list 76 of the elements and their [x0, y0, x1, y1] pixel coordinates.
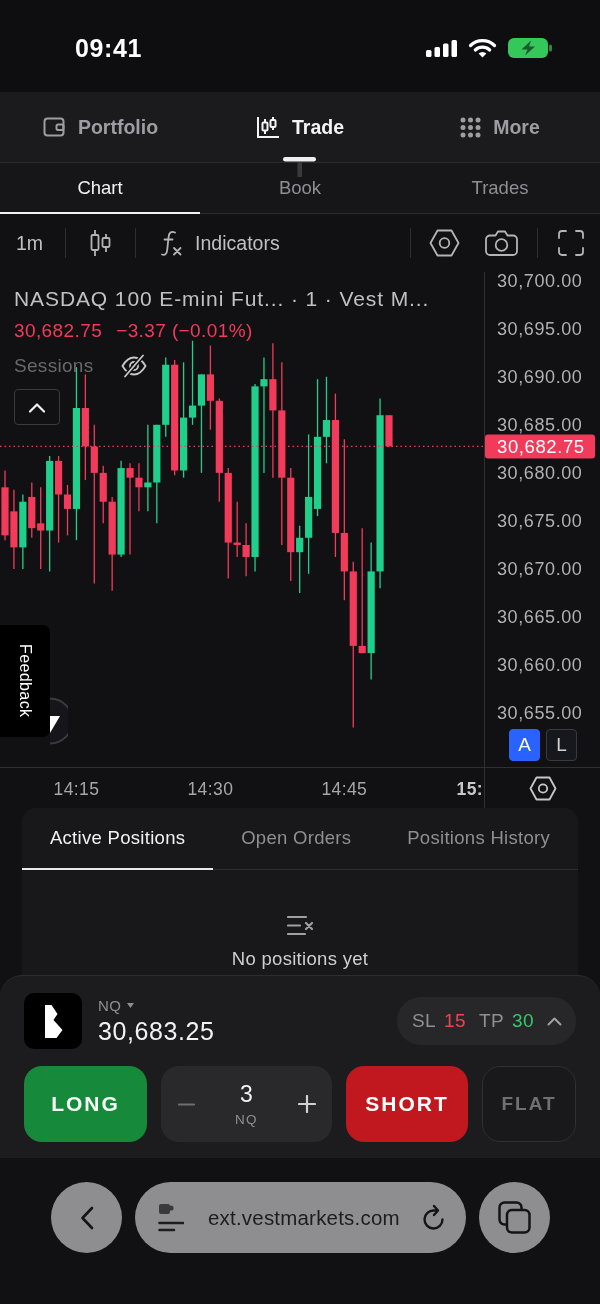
- wallet-icon: [41, 115, 66, 139]
- eye-slash-icon[interactable]: [120, 354, 147, 378]
- interval-button[interactable]: 1m: [16, 231, 44, 255]
- positions-tab[interactable]: Open Orders: [213, 808, 380, 870]
- price-label: 30,680.00: [497, 462, 583, 483]
- price-change: −3.37 (−0.01%): [116, 320, 253, 342]
- settings-icon[interactable]: [528, 775, 557, 801]
- candlestick-icon[interactable]: [90, 228, 113, 258]
- chevron-left-icon: [79, 1205, 94, 1230]
- nav-tab[interactable]: Portfolio: [0, 92, 200, 162]
- logo-icon: [24, 993, 82, 1049]
- function-icon: [160, 229, 183, 257]
- chevron-up-icon: [28, 401, 46, 413]
- signal-icon: [426, 39, 457, 57]
- sessions-label: Sessions: [14, 355, 94, 377]
- scale-button[interactable]: L: [546, 729, 577, 761]
- chart-tab[interactable]: Trades: [400, 163, 600, 214]
- last-price: 30,682.75: [14, 320, 103, 342]
- settings-icon[interactable]: [429, 229, 460, 257]
- fullscreen-icon[interactable]: [558, 230, 584, 256]
- sl-tp-button[interactable]: SL 15 TP 30: [397, 997, 576, 1045]
- long-button[interactable]: LONG: [24, 1066, 147, 1142]
- time-label: 14:45: [321, 779, 368, 799]
- address-bar[interactable]: ext.vestmarkets.com: [135, 1182, 466, 1253]
- indicators-button[interactable]: Indicators: [160, 229, 280, 257]
- price-label: 30,690.00: [497, 366, 583, 387]
- price-label: 30,695.00: [497, 318, 583, 339]
- tp-value: 30: [512, 1010, 534, 1032]
- feedback-tab[interactable]: Feedback: [0, 625, 50, 737]
- grid-icon: [460, 116, 482, 138]
- time-label: 15:: [456, 779, 483, 799]
- sl-label: SL: [412, 1010, 437, 1032]
- price-label: 30,665.00: [497, 607, 583, 628]
- tabs-icon: [498, 1201, 531, 1234]
- drag-handle[interactable]: [283, 157, 316, 177]
- minus-icon: [177, 1102, 195, 1106]
- price-badge: 30,682.75: [485, 434, 595, 459]
- quantity-value: 3: [240, 1081, 253, 1108]
- positions-tab[interactable]: Positions History: [379, 808, 578, 870]
- status-time: 09:41: [75, 33, 142, 63]
- url-text: ext.vestmarkets.com: [208, 1205, 400, 1230]
- caret-icon: [127, 1002, 135, 1008]
- reload-icon[interactable]: [422, 1204, 446, 1231]
- price-label: 30,670.00: [497, 559, 583, 579]
- flat-button[interactable]: FLAT: [482, 1066, 576, 1142]
- wifi-icon: [468, 38, 497, 58]
- chart-tab[interactable]: Book: [200, 163, 400, 214]
- battery-icon: [508, 38, 552, 58]
- chart-title: NASDAQ 100 E-mini Fut... · 1 · Vest M...: [14, 286, 430, 312]
- scale-button[interactable]: A: [509, 729, 540, 761]
- collapse-button[interactable]: [14, 389, 60, 425]
- ref-line-label: 30,682.75: [497, 436, 585, 458]
- short-button[interactable]: SHORT: [346, 1066, 468, 1142]
- price-text: 30,683.25: [98, 1016, 215, 1046]
- nav-tab[interactable]: More: [400, 92, 600, 162]
- empty-list-icon: [286, 915, 314, 936]
- chevron-up-icon: [547, 1016, 562, 1026]
- triangle-icon[interactable]: [50, 697, 68, 745]
- time-label: 14:30: [187, 779, 234, 799]
- price-label: 30,655.00: [497, 703, 583, 724]
- symbol-selector[interactable]: NQ: [98, 996, 135, 1014]
- sl-value: 15: [444, 1010, 466, 1032]
- positions-tab[interactable]: Active Positions: [22, 808, 214, 870]
- price-label: 30,685.00: [497, 414, 583, 435]
- puzzle-icon[interactable]: [158, 1203, 184, 1232]
- plus-icon: [298, 1095, 316, 1113]
- empty-state-text: No positions yet: [231, 948, 369, 970]
- nav-tab[interactable]: Trade: [200, 92, 400, 162]
- price-label: 30,660.00: [497, 655, 583, 676]
- camera-icon[interactable]: [485, 230, 518, 256]
- time-label: 14:15: [53, 779, 100, 799]
- price-label: 30,700.00: [497, 272, 583, 291]
- tp-label: TP: [478, 1010, 505, 1032]
- quantity-unit: NQ: [234, 1112, 259, 1127]
- price-label: 30,675.00: [497, 510, 583, 531]
- candlestick-icon: [256, 115, 280, 139]
